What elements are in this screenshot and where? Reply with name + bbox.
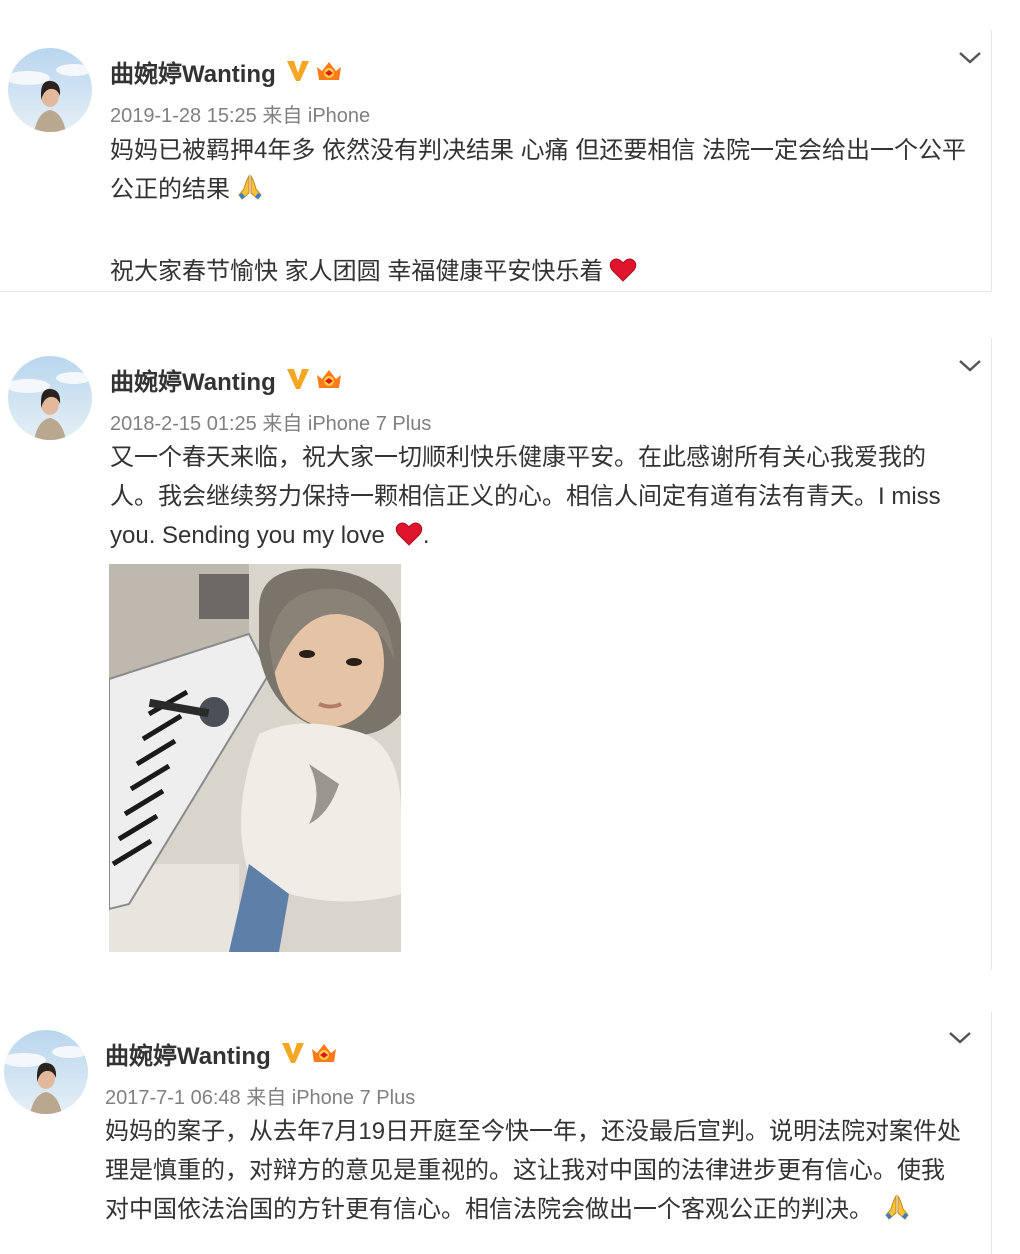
verified-v-icon	[286, 60, 310, 82]
weibo-post-2: 曲婉婷Wanting 2018-2-15 01:25 来自 iPhone 7 P…	[0, 338, 992, 970]
red-heart-emoji	[395, 520, 423, 559]
text-line: 理是慎重的，对辩方的意见是重视的。这让我对中国的法律进步更有信心。使我	[105, 1157, 945, 1184]
chevron-down-icon[interactable]	[957, 48, 983, 66]
text-line: you. Sending you my love .	[110, 516, 970, 559]
praying-hands-emoji	[883, 1193, 911, 1233]
weibo-post-1: 曲婉婷Wanting 2019-1-28 15:25 来自 iPhone 妈妈已…	[0, 30, 992, 292]
red-heart-emoji	[609, 256, 637, 295]
username[interactable]: 曲婉婷Wanting	[105, 1036, 271, 1071]
avatar[interactable]	[8, 48, 92, 132]
praying-hands-emoji	[236, 173, 264, 213]
avatar[interactable]	[8, 356, 92, 440]
verified-v-icon	[286, 368, 310, 390]
weibo-post-3: 曲婉婷Wanting 2017-7-1 06:48 来自 iPhone 7 Pl…	[0, 1012, 992, 1254]
username[interactable]: 曲婉婷Wanting	[110, 54, 276, 89]
text-line: 妈妈的案子，从去年7月19日开庭至今快一年，还没最后宣判。说明法院对案件处	[105, 1118, 962, 1145]
chevron-down-icon[interactable]	[947, 1028, 973, 1046]
username[interactable]: 曲婉婷Wanting	[110, 362, 276, 397]
verified-v-icon	[281, 1042, 305, 1064]
crown-badge-icon[interactable]	[309, 1040, 339, 1066]
post-meta[interactable]: 2018-2-15 01:25 来自 iPhone 7 Plus	[110, 407, 431, 436]
text-line: 祝大家春节愉快 家人团圆 幸福健康平安快乐着	[110, 252, 985, 295]
post-photo[interactable]	[109, 564, 401, 952]
post-meta[interactable]: 2017-7-1 06:48 来自 iPhone 7 Plus	[105, 1081, 415, 1110]
post-text: 又一个春天来临，祝大家一切顺利快乐健康平安。在此感谢所有关心我爱我的 人。我会继…	[110, 438, 970, 559]
text-line: 对中国依法治国的方针更有信心。相信法院会做出一个客观公正的判决。	[105, 1190, 980, 1233]
text-line: 公正的结果	[110, 170, 985, 213]
text-line: 妈妈已被羁押4年多 依然没有判决结果 心痛 但还要相信 法院一定会给出一个公平	[110, 137, 967, 164]
text-line: 又一个春天来临，祝大家一切顺利快乐健康平安。在此感谢所有关心我爱我的	[110, 444, 926, 471]
crown-badge-icon[interactable]	[314, 58, 344, 84]
text-line: 人。我会继续努力保持一颗相信正义的心。相信人间定有道有法有青天。I miss	[110, 483, 941, 510]
post-text: 妈妈已被羁押4年多 依然没有判决结果 心痛 但还要相信 法院一定会给出一个公平 …	[110, 131, 985, 295]
chevron-down-icon[interactable]	[957, 356, 983, 374]
post-text: 妈妈的案子，从去年7月19日开庭至今快一年，还没最后宣判。说明法院对案件处 理是…	[105, 1112, 980, 1233]
post-meta[interactable]: 2019-1-28 15:25 来自 iPhone	[110, 99, 370, 128]
crown-badge-icon[interactable]	[314, 366, 344, 392]
avatar[interactable]	[4, 1030, 88, 1114]
